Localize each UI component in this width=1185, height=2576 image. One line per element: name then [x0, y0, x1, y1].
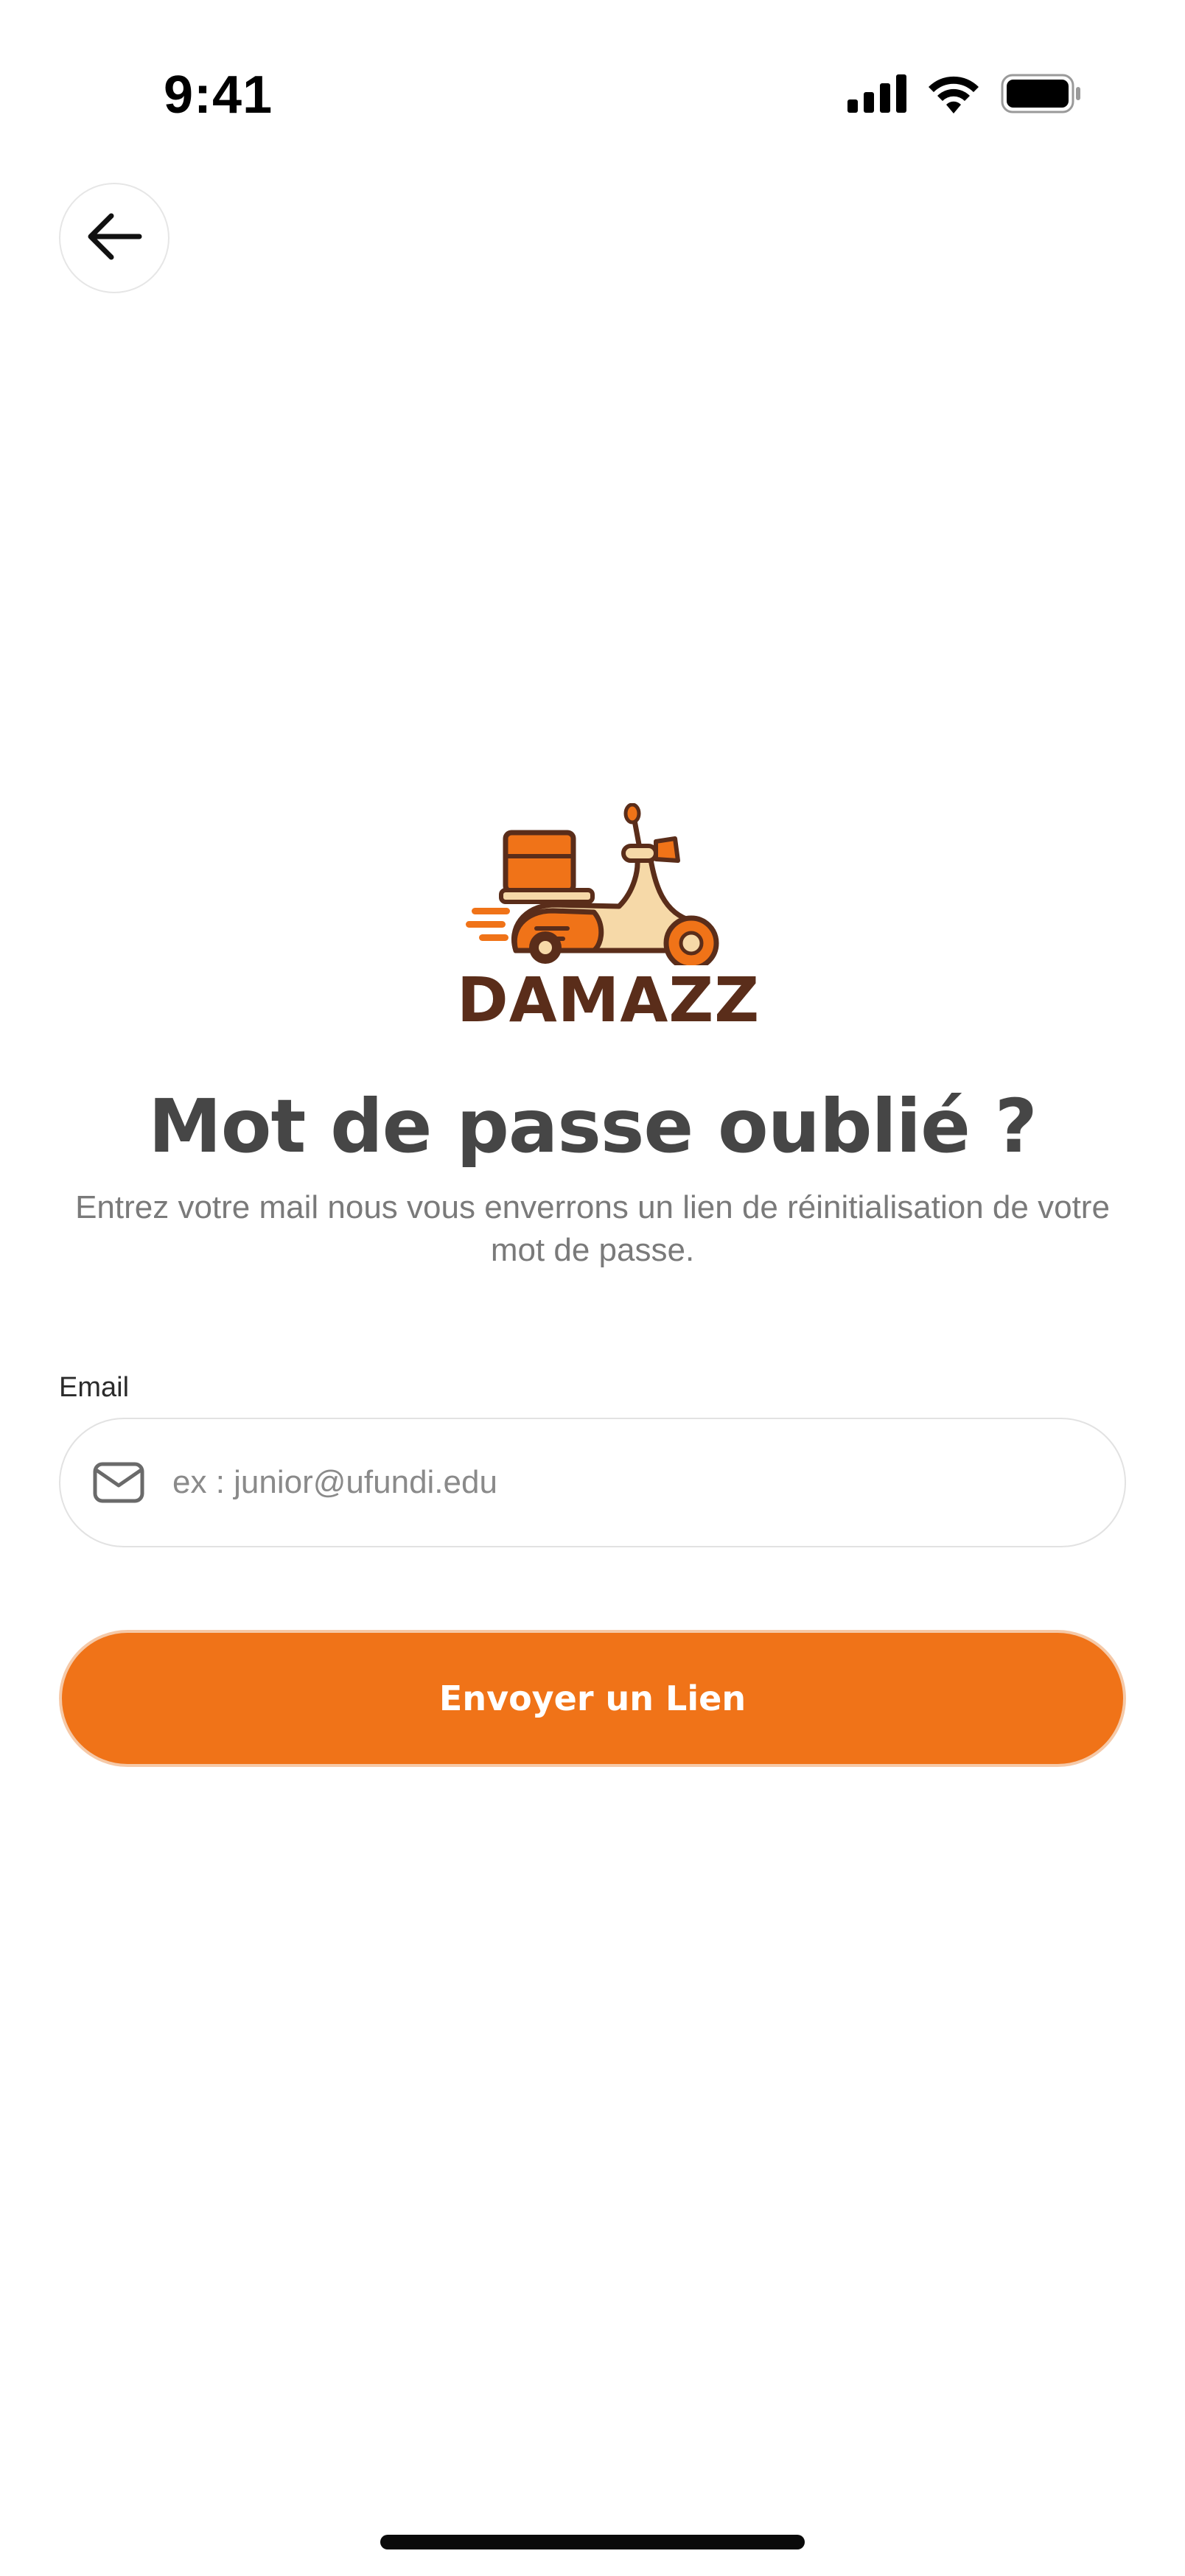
- email-input[interactable]: [171, 1418, 1125, 1547]
- email-label: Email: [59, 1372, 130, 1403]
- mail-icon: [91, 1460, 146, 1505]
- back-button[interactable]: [59, 183, 169, 293]
- email-field[interactable]: [59, 1418, 1126, 1547]
- brand-logo: DAMAZZ: [457, 803, 761, 1039]
- arrow-left-icon: [86, 213, 142, 264]
- wifi-icon: [927, 74, 980, 117]
- send-link-button[interactable]: Envoyer un Lien: [59, 1630, 1126, 1767]
- page-title: Mot de passe oublié ?: [148, 1083, 1037, 1169]
- status-bar: 9:41: [0, 0, 1185, 147]
- status-time: 9:41: [164, 66, 273, 125]
- home-indicator[interactable]: [380, 2535, 805, 2549]
- cellular-signal-icon: [847, 74, 906, 116]
- battery-icon: [1001, 74, 1082, 117]
- status-icons: [847, 74, 1082, 117]
- page-subtitle: Entrez votre mail nous vous enverrons un…: [75, 1189, 1110, 1268]
- forgot-password-screen: 9:41 DAMAZZ Mot de passe oublié ? Entrez…: [0, 0, 1185, 2576]
- brand-name: DAMAZZ: [457, 964, 761, 1036]
